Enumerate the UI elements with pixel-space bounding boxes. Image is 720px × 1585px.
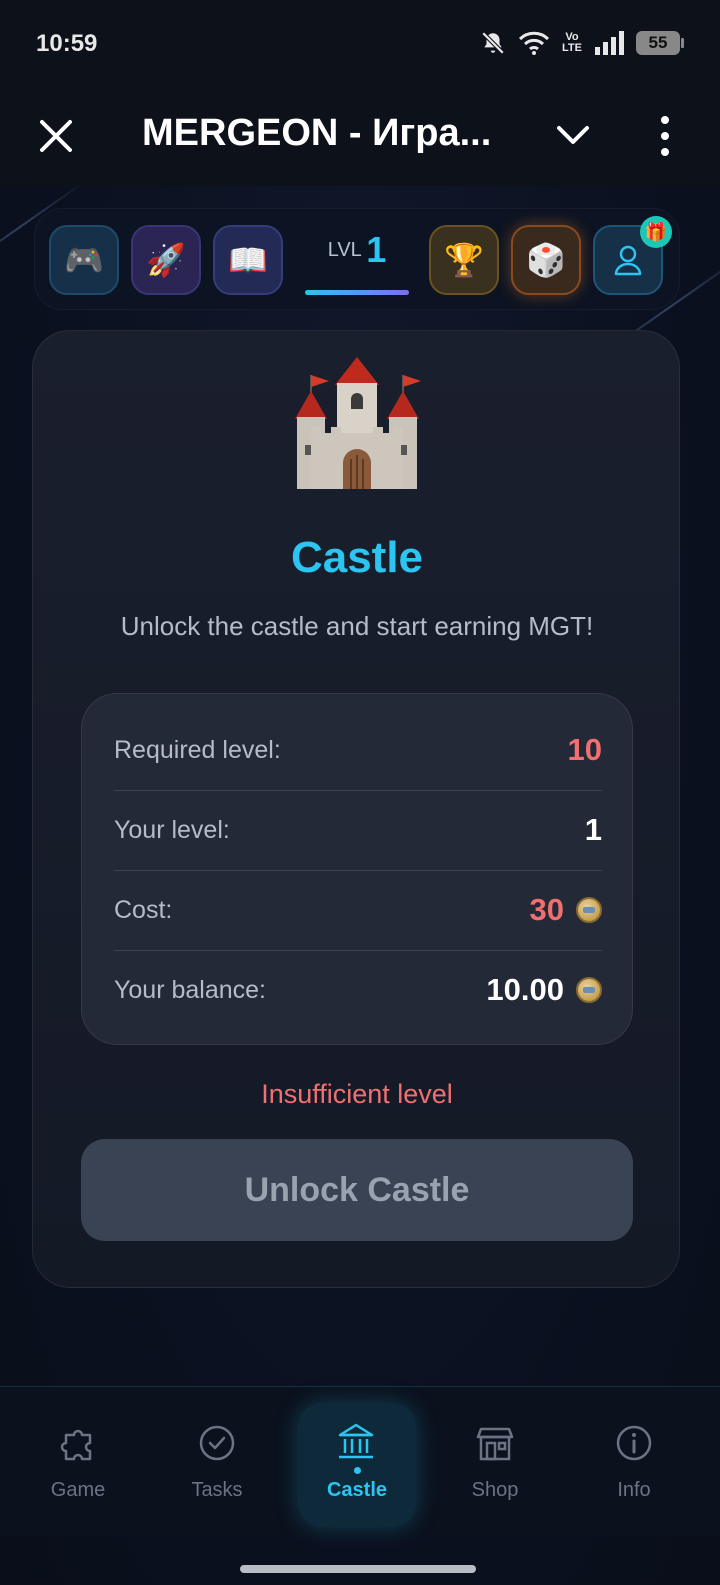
wifi-icon <box>518 31 550 55</box>
unlock-castle-button[interactable]: Unlock Castle <box>81 1139 633 1241</box>
rocket-nav-button[interactable]: 🚀 <box>131 225 201 295</box>
info-icon <box>616 1425 652 1461</box>
cost-label: Cost: <box>114 895 173 924</box>
puzzle-icon <box>60 1429 92 1461</box>
volte-icon: Vo LTE <box>562 31 582 54</box>
your-level-value: 1 <box>584 812 602 847</box>
gamepad-icon: 🎮 <box>64 242 104 278</box>
check-circle-icon <box>199 1425 235 1461</box>
game-nav-button[interactable]: 🎮 <box>49 225 119 295</box>
bottom-nav-castle[interactable]: Castle <box>298 1403 416 1527</box>
cost-value: 30 <box>530 892 602 928</box>
chevron-down-icon[interactable] <box>555 120 591 150</box>
store-icon <box>476 1427 514 1461</box>
more-vertical-icon[interactable] <box>655 114 675 158</box>
level-indicator: LVL 1 <box>303 229 411 295</box>
required-level-label: Required level: <box>114 735 281 764</box>
title-bar: MERGEON - Игра... <box>0 90 720 186</box>
status-icons: Vo LTE 55 <box>480 30 684 56</box>
cost-row: Cost: 30 <box>114 870 602 950</box>
bottom-nav-game[interactable]: Game <box>18 1399 138 1519</box>
requirements-box: Required level: 10 Your level: 1 Cost: 3… <box>81 693 633 1045</box>
bell-muted-icon <box>481 31 505 55</box>
book-icon: 📖 <box>228 242 268 278</box>
required-level-value: 10 <box>567 732 602 767</box>
trophy-nav-button[interactable]: 🏆 <box>429 225 499 295</box>
castle-card: Castle Unlock the castle and start earni… <box>32 330 680 1288</box>
coin-icon <box>576 897 602 923</box>
rocket-icon: 🚀 <box>146 242 186 278</box>
castle-icon <box>338 1423 374 1459</box>
balance-value: 10.00 <box>486 972 602 1008</box>
active-dot <box>354 1467 361 1474</box>
your-level-label: Your level: <box>114 815 230 844</box>
home-indicator[interactable] <box>240 1565 476 1573</box>
status-bar: 10:59 Vo LTE 55 <box>0 0 720 90</box>
bottom-nav-tasks[interactable]: Tasks <box>157 1399 277 1519</box>
page-title: MERGEON - Игра... <box>142 112 492 154</box>
card-title: Castle <box>290 533 424 582</box>
level-value: 1 <box>366 229 387 270</box>
required-level-row: Required level: 10 <box>114 710 602 790</box>
balance-label: Your balance: <box>114 975 266 1004</box>
user-icon <box>614 245 642 276</box>
level-label: LVL <box>327 239 362 261</box>
balance-row: Your balance: 10.00 <box>114 950 602 1030</box>
dice-nav-button[interactable]: 🎲 <box>511 225 581 295</box>
level-progress-bar <box>305 290 409 295</box>
battery-icon: 55 <box>636 31 684 55</box>
your-level-row: Your level: 1 <box>114 790 602 870</box>
trophy-icon: 🏆 <box>444 242 484 278</box>
book-nav-button[interactable]: 📖 <box>213 225 283 295</box>
card-subtitle: Unlock the castle and start earning MGT! <box>120 611 594 641</box>
warning-text: Insufficient level <box>261 1079 453 1109</box>
status-time: 10:59 <box>36 30 98 57</box>
dice-icon: 🎲 <box>526 242 566 278</box>
bottom-nav: Game Tasks Castle Shop Info <box>0 1386 720 1536</box>
signal-icon <box>595 31 624 55</box>
bottom-nav-shop[interactable]: Shop <box>435 1399 555 1519</box>
bottom-nav-info[interactable]: Info <box>574 1399 694 1519</box>
close-icon[interactable] <box>36 116 76 156</box>
coin-icon <box>576 977 602 1003</box>
castle-icon <box>295 357 421 489</box>
gift-icon[interactable]: 🎁 <box>640 216 672 248</box>
top-nav: 🎮 🚀 📖 LVL 1 🏆 🎲 <box>34 208 680 310</box>
